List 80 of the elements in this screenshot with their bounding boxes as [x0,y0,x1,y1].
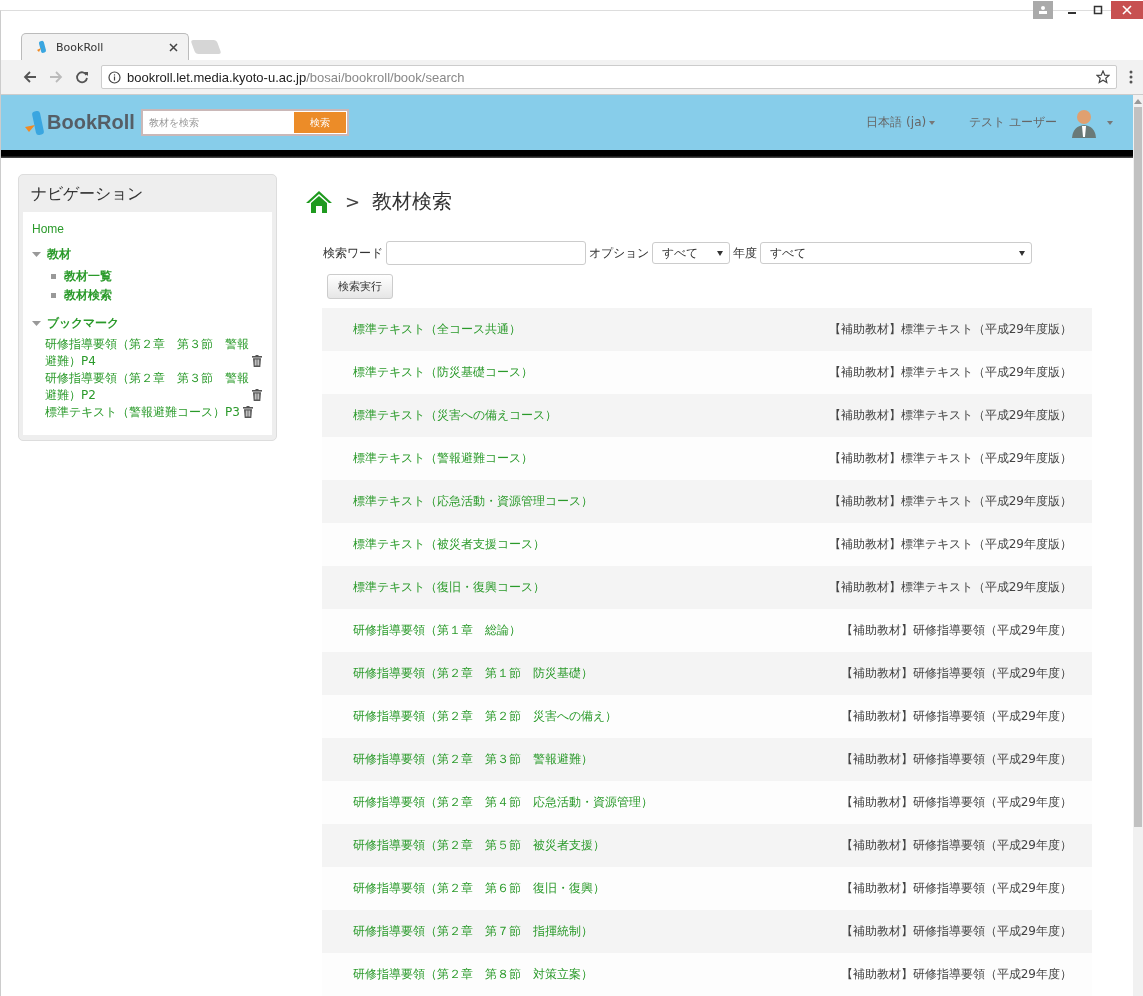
close-button[interactable] [1111,1,1143,19]
star-icon[interactable] [1096,70,1110,84]
bullet-icon [51,293,56,298]
language-menu[interactable]: 日本語 (ja) [866,114,936,132]
category-label: 【補助教材】標準テキスト（平成29年度版） [828,364,1072,381]
toggle-icon[interactable] [32,319,41,328]
scrollbar-thumb[interactable] [1134,107,1142,827]
panel-title: ナビゲーション [30,183,144,205]
field-label: 検索ワード [323,244,383,262]
nav-group[interactable]: ブックマーク [47,315,119,332]
category-label: 【補助教材】研修指導要領（平成29年度） [840,708,1072,725]
field-label: 年度 [733,244,757,262]
material-link[interactable]: 標準テキスト（警報避難コース） [353,450,533,467]
year-select[interactable]: すべて [760,242,1032,264]
category-label: 【補助教材】研修指導要領（平成29年度） [840,923,1072,940]
material-link[interactable]: 研修指導要領（第２章 第３節 警報避難） [353,751,593,768]
category-label: 【補助教材】標準テキスト（平成29年度版） [828,450,1072,467]
material-link[interactable]: 研修指導要領（第１章 総論） [353,622,521,639]
browser-tab[interactable]: BookRoll [21,33,189,60]
bullet-icon [51,274,56,279]
material-link[interactable]: 研修指導要領（第２章 第５節 被災者支援） [353,837,605,854]
user-name[interactable]: テスト ユーザー [969,114,1057,132]
address-bar[interactable]: bookroll.let.media.kyoto-u.ac.jp/bosai/bookroll/book/search [101,65,1117,89]
category-label: 【補助教材】標準テキスト（平成29年度版） [828,579,1072,596]
breadcrumb-separator: > [345,191,361,212]
option-select[interactable]: すべて [652,242,730,264]
material-link[interactable]: 標準テキスト（防災基礎コース） [353,364,533,381]
nav-link[interactable]: Home [32,222,262,236]
search-button[interactable]: 検索 [293,112,346,134]
category-label: 【補助教材】研修指導要領（平成29年度） [840,837,1072,854]
bookmark-link[interactable]: 研修指導要領（第２章 第３節 警報避難）P2 [45,370,249,404]
page-title: 教材検索 [372,188,453,215]
maximize-icon [1093,5,1103,15]
category-label: 【補助教材】研修指導要領（平成29年度） [840,794,1072,811]
material-link[interactable]: 研修指導要領（第２章 第４節 応急活動・資源管理） [353,794,653,811]
keyword-field[interactable] [386,241,586,265]
category-label: 【補助教材】研修指導要領（平成29年度） [840,665,1072,682]
trash-icon[interactable] [252,355,262,367]
nav-group[interactable]: 教材 [47,246,71,263]
info-icon [108,70,121,84]
nav-item[interactable]: 教材検索 [64,286,112,305]
logo[interactable]: BookRoll [25,109,135,136]
category-label: 【補助教材】標準テキスト（平成29年度版） [828,536,1072,553]
material-link[interactable]: 標準テキスト（応急活動・資源管理コース） [353,493,593,510]
category-label: 【補助教材】標準テキスト（平成29年度版） [828,493,1072,510]
home-icon[interactable] [305,189,333,214]
material-link[interactable]: 研修指導要領（第２章 第２節 災害への備え） [353,708,617,725]
toggle-icon[interactable] [32,250,41,259]
material-link[interactable]: 標準テキスト（復旧・復興コース） [353,579,545,596]
menu-icon[interactable] [1129,70,1133,84]
user-avatar-icon[interactable] [1071,107,1097,138]
profile-icon[interactable] [1033,1,1053,19]
minimize-icon [1068,12,1076,14]
trash-icon[interactable] [252,389,262,401]
material-link[interactable]: 標準テキスト（災害への備えコース） [353,407,557,424]
close-icon [1122,5,1132,15]
search-submit-button[interactable]: 検索実行 [327,274,393,299]
close-icon[interactable] [169,42,178,52]
category-label: 【補助教材】標準テキスト（平成29年度版） [828,321,1072,338]
material-link[interactable]: 研修指導要領（第２章 第１節 防災基礎） [353,665,593,682]
bookmark-link[interactable]: 研修指導要領（第２章 第３節 警報避難）P4 [45,336,249,370]
bookmark-link[interactable]: 標準テキスト（警報避難コース）P3 [45,404,240,421]
material-link[interactable]: 研修指導要領（第２章 第８節 対策立案） [353,966,593,983]
material-link[interactable]: 研修指導要領（第２章 第７節 指揮統制） [353,923,593,940]
category-label: 【補助教材】研修指導要領（平成29年度） [840,622,1072,639]
material-link[interactable]: 標準テキスト（被災者支援コース） [353,536,545,553]
trash-icon[interactable] [242,406,253,418]
category-label: 【補助教材】研修指導要領（平成29年度） [840,751,1072,768]
caret-icon[interactable] [1107,120,1113,125]
category-label: 【補助教材】研修指導要領（平成29年度） [840,880,1072,897]
nav-item[interactable]: 教材一覧 [64,267,112,286]
field-label: オプション [589,244,649,262]
category-label: 【補助教材】標準テキスト（平成29年度版） [828,407,1072,424]
material-link[interactable]: 標準テキスト（全コース共通） [353,321,521,338]
material-link[interactable]: 研修指導要領（第２章 第６節 復旧・復興） [353,880,605,897]
category-label: 【補助教材】研修指導要領（平成29年度） [840,966,1072,983]
scroll-icon [36,40,48,54]
back-icon[interactable] [23,70,37,84]
reload-icon[interactable] [75,70,89,84]
search-box[interactable]: 教材を検索 検索 [140,109,349,137]
